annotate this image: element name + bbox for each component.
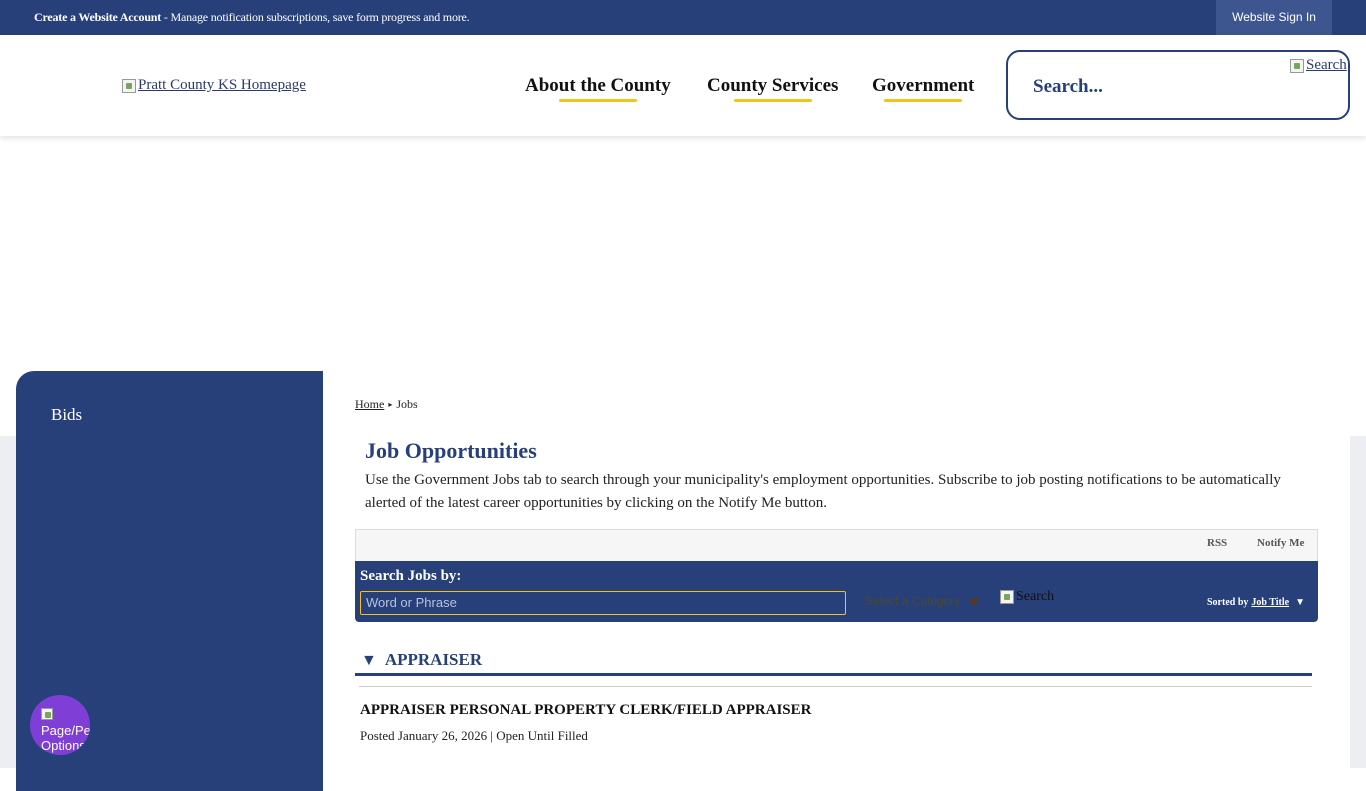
search-button-alt-text: Search	[1306, 57, 1347, 73]
account-message-text: - Manage notification subscriptions, sav…	[161, 10, 470, 24]
page-options-alt: Page/Personal Options	[41, 708, 90, 753]
breadcrumb-current: Jobs	[396, 397, 418, 411]
sort-key-link[interactable]: Job Title	[1251, 597, 1289, 608]
word-or-phrase-input[interactable]: Word or Phrase	[360, 591, 846, 615]
sidebar-item-bids[interactable]: Bids	[51, 405, 82, 425]
jobs-toolbar: RSS Notify Me	[355, 529, 1318, 562]
nav-about-the-county[interactable]: About the County	[525, 75, 671, 102]
broken-image-icon	[1290, 58, 1304, 73]
main-content: Home ▸ Jobs Job Opportunities Use the Gove…	[323, 371, 1350, 791]
job-title-link[interactable]: APPRAISER PERSONAL PROPERTY CLERK/FIELD …	[360, 702, 811, 719]
rss-link[interactable]: RSS	[1207, 537, 1227, 549]
site-search-box[interactable]: Search... Search	[1006, 50, 1350, 120]
broken-image-icon	[122, 78, 136, 93]
chevron-down-icon	[968, 599, 981, 606]
job-search-button[interactable]: Search	[1000, 589, 1054, 605]
create-account-link[interactable]: Create a Website Account	[34, 10, 161, 24]
nav-label: Government	[872, 75, 975, 96]
site-search-button[interactable]: Search	[1290, 57, 1347, 74]
breadcrumb-separator-icon: ▸	[388, 400, 393, 409]
site-header: Pratt County KS Homepage About the Count…	[0, 35, 1366, 136]
site-search-input[interactable]: Search...	[1033, 76, 1103, 98]
broken-image-icon	[1000, 590, 1014, 604]
category-select-label: Select a Category	[865, 594, 961, 608]
page-options-alt-text: Page/Personal Options	[41, 723, 90, 753]
nav-government[interactable]: Government	[872, 75, 975, 102]
homepage-logo-link[interactable]: Pratt County KS Homepage	[122, 77, 306, 94]
word-input-placeholder: Word or Phrase	[366, 595, 457, 610]
category-name: APPRAISER	[384, 650, 483, 669]
nav-underline	[884, 99, 963, 102]
broken-image-icon	[41, 708, 53, 720]
page-intro: Use the Government Jobs tab to search th…	[365, 472, 1281, 511]
breadcrumb: Home ▸ Jobs	[355, 397, 418, 412]
category-header-appraiser[interactable]: ▼ APPRAISER	[361, 650, 482, 670]
search-jobs-panel: Search Jobs by: Word or Phrase Select a …	[355, 561, 1318, 622]
page-title: Job Opportunities	[365, 438, 537, 463]
category-subdivider	[359, 686, 1312, 687]
notify-me-link[interactable]: Notify Me	[1257, 537, 1304, 549]
job-posted-info: Posted January 26, 2026 | Open Until Fil…	[360, 728, 588, 743]
nav-underline	[733, 99, 812, 102]
collapse-triangle-icon: ▼	[361, 652, 377, 669]
website-sign-in-button[interactable]: Website Sign In	[1216, 0, 1332, 35]
sort-control: Sorted by Job Title ▼	[1207, 597, 1305, 608]
logo-alt-text: Pratt County KS Homepage	[138, 77, 306, 93]
category-divider	[355, 673, 1312, 676]
nav-label: About the County	[525, 75, 671, 96]
account-message: Create a Website Account - Manage notifi…	[34, 10, 470, 25]
sorted-by-label: Sorted by	[1207, 597, 1249, 608]
nav-underline	[558, 99, 637, 102]
sort-down-icon[interactable]: ▼	[1295, 597, 1305, 608]
top-utility-bar: Create a Website Account - Manage notifi…	[0, 0, 1366, 35]
nav-label: County Services	[707, 75, 839, 96]
nav-county-services[interactable]: County Services	[707, 75, 839, 102]
page-options-button[interactable]: Page/Personal Options	[30, 695, 90, 755]
search-jobs-label: Search Jobs by:	[360, 568, 462, 584]
job-search-button-alt-text: Search	[1016, 589, 1055, 604]
breadcrumb-home-link[interactable]: Home	[355, 397, 384, 411]
category-select[interactable]: Select a Category	[865, 594, 981, 608]
